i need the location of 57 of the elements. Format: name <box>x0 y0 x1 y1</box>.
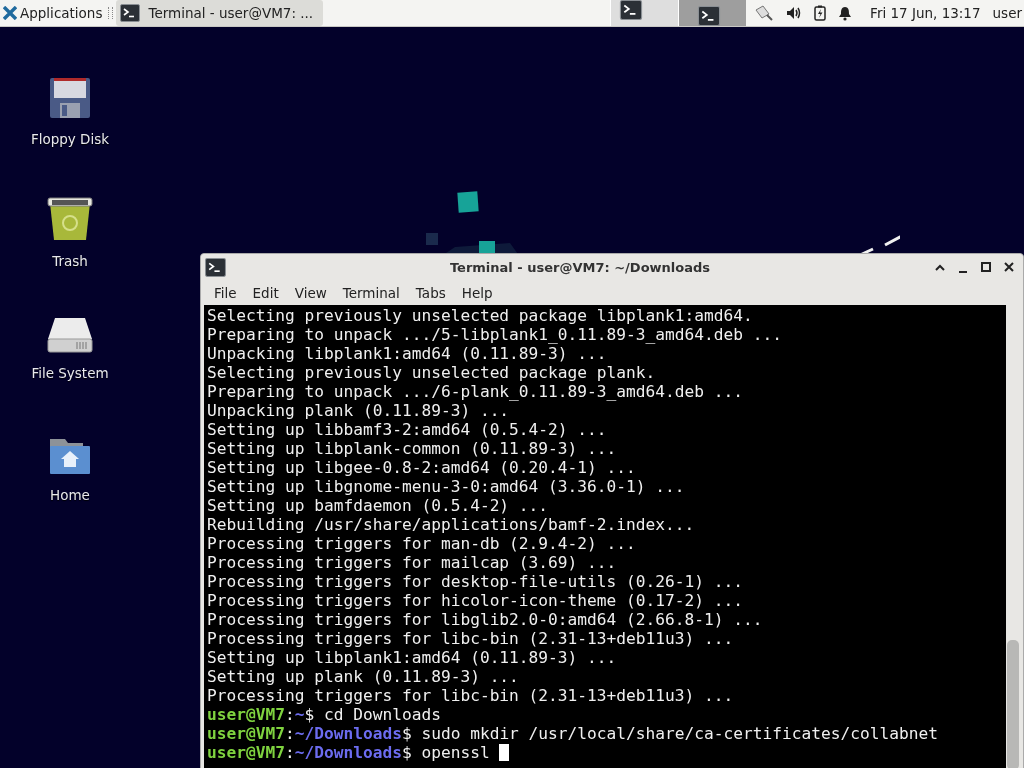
menu-item[interactable]: Tabs <box>407 284 454 301</box>
terminal-line: user@VM7:~$ cd Downloads <box>207 705 442 724</box>
terminal-icon <box>120 4 141 22</box>
terminal-line: Processing triggers for libc-bin (2.31-13+deb11u3) ... <box>207 629 735 648</box>
terminal-line: Selecting previously unselected package libplank1:amd64. <box>207 306 754 325</box>
terminal-line: Preparing to unpack .../5-libplank1_0.11.89-3_amd64.deb ... <box>207 325 783 344</box>
terminal-line: Processing triggers for libc-bin (2.31-13+deb11u3) ... <box>207 686 735 705</box>
menu-item[interactable]: View <box>286 284 335 301</box>
scrollbar-thumb[interactable] <box>1007 640 1019 768</box>
close-button[interactable] <box>1003 261 1015 273</box>
menu-item[interactable]: Edit <box>244 284 287 301</box>
clock-text[interactable]: Fri 17 Jun, 13:17 <box>870 5 981 21</box>
terminal-line: Processing triggers for desktop-file-utils (0.26-1) ... <box>207 572 744 591</box>
terminal-line: Processing triggers for man-db (2.9.4-2) ... <box>207 534 637 553</box>
terminal-line: Unpacking libplank1:amd64 (0.11.89-3) ... <box>207 344 608 363</box>
drive-icon[interactable] <box>47 317 93 353</box>
terminal-line: Setting up bamfdaemon (0.5.4-2) ... <box>207 496 550 515</box>
maximize-button[interactable] <box>980 261 992 273</box>
user-menu[interactable]: user <box>992 5 1022 21</box>
battery-icon[interactable] <box>814 5 827 21</box>
workspace-button[interactable] <box>678 0 747 26</box>
terminal-icon <box>619 0 644 20</box>
trash-icon[interactable] <box>47 197 93 241</box>
terminal-line: Setting up libplank1:amd64 (0.11.89-3) ... <box>207 648 618 667</box>
taskbar-button[interactable]: Terminal - user@VM7: ... <box>116 0 324 26</box>
terminal-line: Selecting previously unselected package plank. <box>207 363 657 382</box>
panel-handle-icon <box>108 7 114 19</box>
terminal-line: user@VM7:~/Downloads$ openssl <box>207 743 1006 762</box>
desktop-icon-label[interactable]: Floppy Disk <box>30 131 110 147</box>
workspace-button[interactable] <box>610 0 679 26</box>
menu-item[interactable]: Terminal <box>334 284 408 301</box>
terminal-line: Preparing to unpack .../6-plank_0.11.89-3_amd64.deb ... <box>207 382 744 401</box>
terminal-line: Processing triggers for hicolor-icon-theme (0.17-2) ... <box>207 591 744 610</box>
desktop-icon-label[interactable]: File System <box>31 365 109 381</box>
home-folder-icon[interactable] <box>49 437 91 475</box>
desktop-icon-label[interactable]: Trash <box>52 253 88 269</box>
terminal-line: Setting up libplank-common (0.11.89-3) ... <box>207 439 618 458</box>
terminal-line: user@VM7:~/Downloads$ sudo mkdir /usr/local/share/ca-certificates/collabnet <box>207 724 939 743</box>
terminal-line: Unpacking plank (0.11.89-3) ... <box>207 401 511 420</box>
terminal-line: Processing triggers for mailcap (3.69) ... <box>207 553 618 572</box>
network-icon[interactable] <box>754 4 775 22</box>
terminal-line: Rebuilding /usr/share/applications/bamf-2.index... <box>207 515 696 534</box>
terminal-line: Setting up libgnome-menu-3-0:amd64 (3.36.0-1) ... <box>207 477 686 496</box>
terminal-icon <box>205 257 226 277</box>
menu-item[interactable]: File <box>206 284 245 301</box>
notification-bell-icon[interactable] <box>838 5 853 21</box>
menu-item[interactable]: Help <box>453 284 501 301</box>
terminal-line: Setting up plank (0.11.89-3) ... <box>207 667 520 686</box>
volume-icon[interactable] <box>786 6 803 20</box>
terminal-line: Setting up libbamf3-2:amd64 (0.5.4-2) ... <box>207 420 608 439</box>
terminal-line: Processing triggers for libglib2.0-0:amd64 (2.66.8-1) ... <box>207 610 764 629</box>
desktop-icon-label[interactable]: Home <box>50 487 90 503</box>
terminal-line: Setting up libgee-0.8-2:amd64 (0.20.4-1) ... <box>207 458 637 477</box>
terminal-icon <box>697 6 722 26</box>
x-logo-icon <box>3 6 17 20</box>
applications-menu[interactable]: Applications <box>0 0 106 26</box>
window-title: Terminal - user@VM7: ~/Downloads <box>448 259 712 275</box>
